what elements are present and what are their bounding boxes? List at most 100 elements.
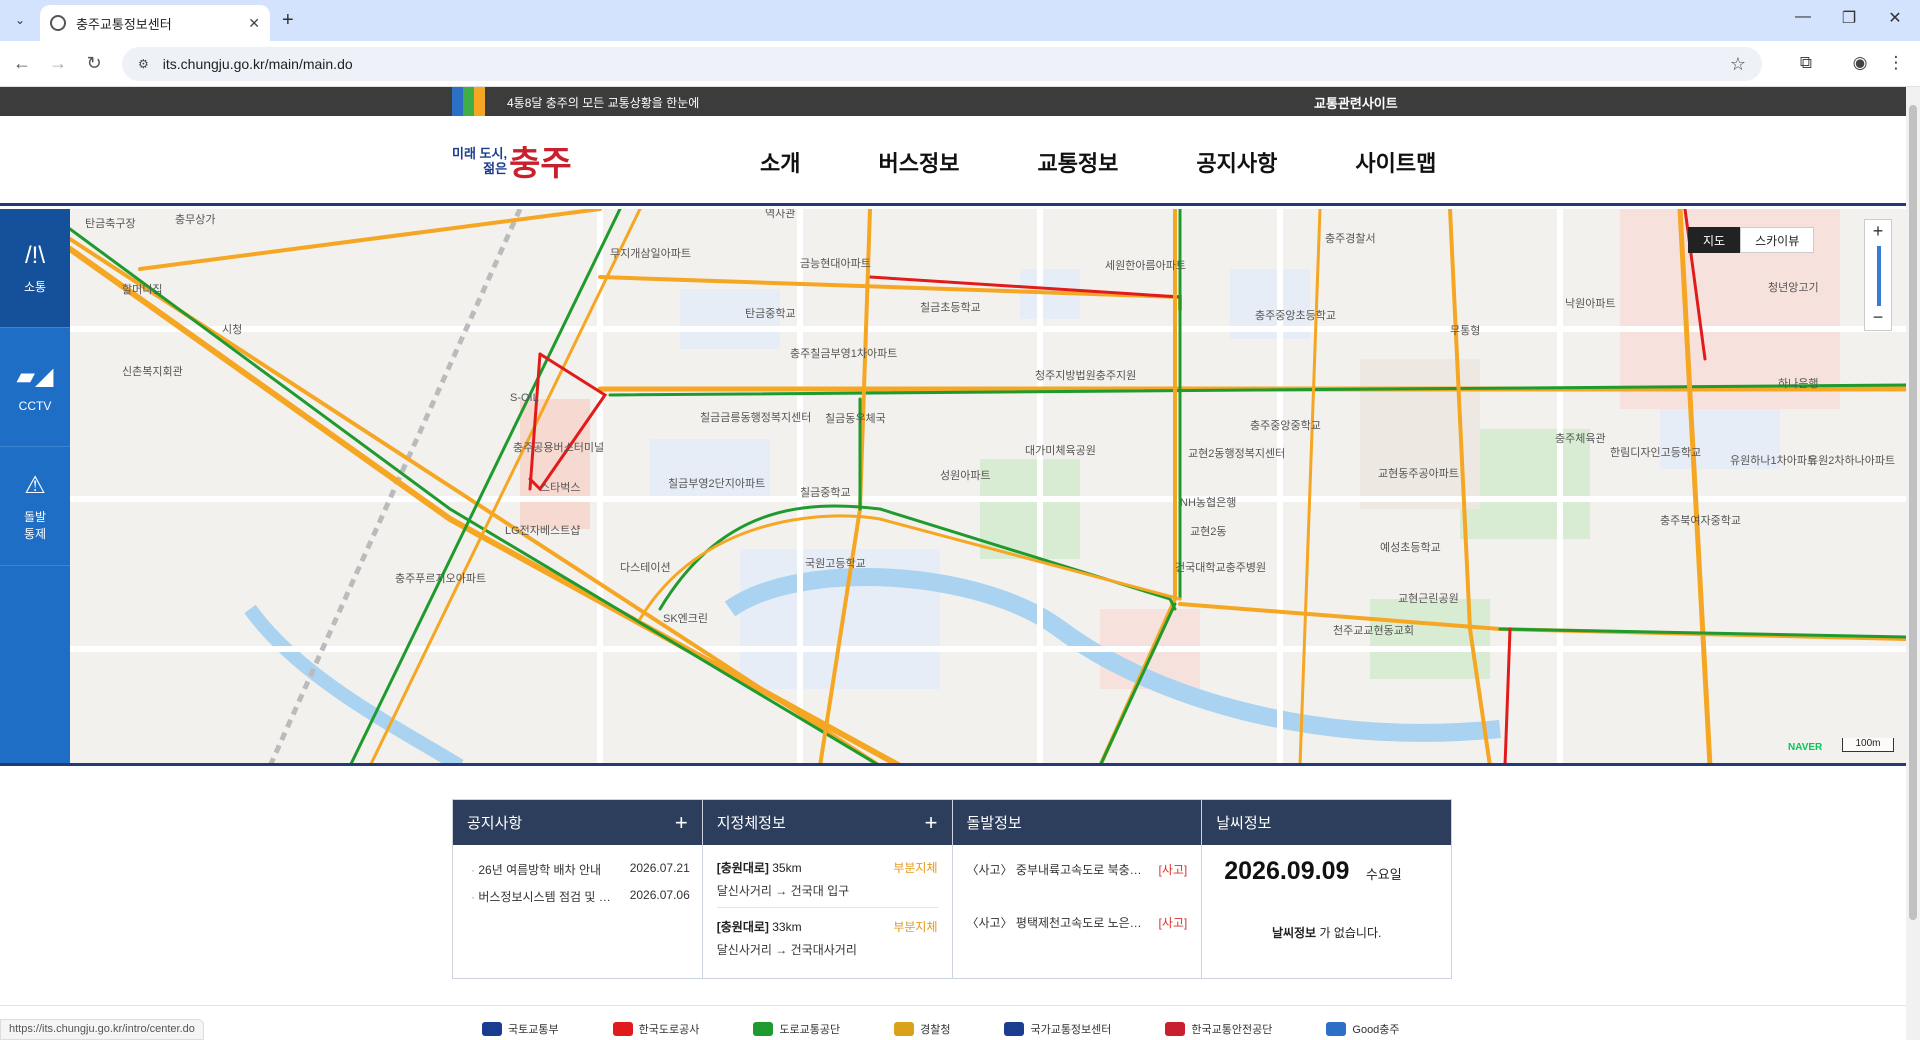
notice-title: 공지사항 <box>467 815 523 832</box>
map-poi-label[interactable]: 교현근린공원 <box>1398 592 1459 605</box>
page-scrollbar[interactable] <box>1906 87 1920 1040</box>
map-poi-label[interactable]: 충주중앙초등학교 <box>1255 309 1336 322</box>
map-poi-label[interactable]: 세원한아름아파트 <box>1105 259 1186 272</box>
sidenav-traffic[interactable]: /!\ 소통 <box>0 209 70 328</box>
map-poi-label[interactable]: 국원고등학교 <box>805 557 866 570</box>
map-poi-label[interactable]: SK엔크린 <box>663 612 708 625</box>
bookmark-star-icon[interactable]: ☆ <box>1730 54 1746 75</box>
map-poi-label[interactable]: 충주북여자중학교 <box>1660 514 1741 527</box>
map-poi-label[interactable]: 충주공용버스터미널 <box>513 441 604 454</box>
map-poi-label[interactable]: 무지개삼일아파트 <box>610 246 691 260</box>
traffic-map[interactable]: 탄금축구장 충무상가할머니집시청신촌복지회관 무지개삼일아파트금능현대아파트 역사관탄… <box>0 209 1906 766</box>
back-button[interactable]: ← <box>10 53 34 74</box>
minimize-button[interactable]: — <box>1780 8 1826 26</box>
scrollbar-thumb[interactable] <box>1909 105 1917 920</box>
map-poi-label[interactable]: 금능현대아파트 <box>800 257 871 270</box>
map-poi-label[interactable]: 교현2동행정복지센터 <box>1188 447 1285 460</box>
zoom-out-button[interactable]: − <box>1865 306 1891 330</box>
map-poi-label[interactable]: 할머니집 <box>122 283 162 296</box>
close-window-button[interactable]: ✕ <box>1872 8 1918 28</box>
notice-item[interactable]: 버스정보시스템 점검 및 … 2026.07.06 <box>471 888 689 905</box>
map-poi-label[interactable]: 신촌복지회관 <box>122 365 183 378</box>
extensions-icon[interactable]: ⧉ <box>1794 53 1818 73</box>
map-poi-label[interactable]: 칠금부영2단지아파트 <box>668 477 765 490</box>
map-type-skyview-button[interactable]: 스카이뷰 <box>1740 227 1815 253</box>
restore-button[interactable]: ❐ <box>1826 8 1872 28</box>
congestion-item[interactable]: [충원대로] 33km 부분지체 달신사거리 → 건국대사거리 <box>717 918 938 966</box>
browser-tab[interactable]: 충주교통정보센터 ✕ <box>40 5 270 41</box>
map-poi-label[interactable]: 유원2차하나아파트 <box>1808 453 1895 467</box>
map-poi-label[interactable]: 교현동주공아파트 <box>1378 467 1459 480</box>
map-canvas[interactable]: 탄금축구장 충무상가할머니집시청신촌복지회관 무지개삼일아파트금능현대아파트 역사관탄… <box>0 209 1906 766</box>
nav-sitemap[interactable]: 사이트맵 <box>1355 146 1436 178</box>
logo-big: 충주 <box>509 144 572 184</box>
map-poi-label[interactable]: 예성초등학교 <box>1380 541 1441 554</box>
map-poi-label[interactable]: 칠금초등학교 <box>920 301 981 314</box>
map-poi-label[interactable]: 충주푸르지오아파트 <box>395 572 486 585</box>
reload-button[interactable]: ↻ <box>82 53 106 74</box>
zoom-slider[interactable] <box>1877 246 1881 306</box>
map-poi-label[interactable]: 칠금동우체국 <box>825 412 886 425</box>
map-type-map-button[interactable]: 지도 <box>1688 227 1741 253</box>
map-poi-label[interactable]: 대가미체육공원 <box>1025 444 1096 457</box>
map-poi-label[interactable]: 스타벅스 <box>540 481 580 494</box>
map-poi-label[interactable]: 무통형 <box>1450 324 1480 337</box>
incident-item[interactable]: 〈사고〉 중부내륙고속도로 북충주… [사고] <box>967 861 1188 878</box>
url-field[interactable]: ⚙ its.chungju.go.kr/main/main.do ☆ <box>122 47 1762 81</box>
site-info-icon[interactable]: ⚙ <box>138 57 149 71</box>
congestion-item[interactable]: [충원대로] 35km 부분지체 달신사거리 → 건국대 입구 <box>716 859 938 908</box>
map-poi-label[interactable]: 충주경찰서 <box>1325 232 1376 245</box>
map-poi-label[interactable]: 낙원아파트 <box>1565 297 1616 310</box>
new-tab-button[interactable]: + <box>282 9 294 32</box>
partner-goodchungju[interactable]: Good충주 <box>1326 1021 1400 1037</box>
forward-button[interactable]: → <box>46 53 70 74</box>
nav-notice[interactable]: 공지사항 <box>1196 146 1277 178</box>
partner-ex[interactable]: 한국도로공사 <box>612 1021 699 1037</box>
site-logo[interactable]: 미래 도시, 젊은 충주 <box>452 136 572 185</box>
partner-kotsa[interactable]: 한국교통안전공단 <box>1165 1021 1272 1037</box>
map-poi-label[interactable]: LG전자베스트샵 <box>505 524 580 537</box>
map-poi-label[interactable]: 성원아파트 <box>940 469 991 482</box>
map-poi-label[interactable]: 칠금중학교 <box>800 486 851 499</box>
partner-police[interactable]: 경찰청 <box>894 1021 950 1037</box>
map-poi-label[interactable]: 하나은행 <box>1778 376 1818 390</box>
nav-intro[interactable]: 소개 <box>760 146 800 178</box>
sidenav-cctv[interactable]: ▰◢ CCTV <box>0 328 70 447</box>
map-poi-label[interactable]: 유원하나1차아파트 <box>1730 453 1817 467</box>
nav-bus-info[interactable]: 버스정보 <box>878 146 959 178</box>
map-poi-label[interactable]: 충주체육관 <box>1555 432 1606 445</box>
related-sites-link[interactable]: 교통관련사이트 <box>1314 93 1398 112</box>
congestion-more-button[interactable]: + <box>925 810 938 836</box>
notice-more-button[interactable]: + <box>675 810 688 836</box>
map-poi-label[interactable]: 교현2동 <box>1190 525 1226 538</box>
nav-traffic-info[interactable]: 교통정보 <box>1037 146 1118 178</box>
map-poi-label[interactable]: 건국대학교충주병원 <box>1175 561 1266 574</box>
map-poi-label[interactable]: 천주교교현동교회 <box>1333 623 1414 637</box>
map-poi-label[interactable]: 청년앙고기 <box>1768 281 1819 294</box>
map-poi-label[interactable]: 역사관 <box>765 209 795 220</box>
map-poi-label[interactable]: 한림디자인고등학교 <box>1610 446 1701 459</box>
congestion-section: 달신사거리 → 건국대사거리 <box>716 943 857 957</box>
map-poi-label[interactable]: 충주중앙중학교 <box>1250 419 1321 432</box>
map-poi-label[interactable]: 탄금중학교 <box>745 307 796 320</box>
map-poi-label[interactable]: 다스테이션 <box>620 561 671 574</box>
map-poi-label[interactable]: 시청 <box>222 323 242 336</box>
map-poi-label[interactable]: S-OIL <box>510 392 539 404</box>
profile-icon[interactable]: ◉ <box>1848 53 1872 73</box>
map-poi-label[interactable]: NH농협은행 <box>1180 496 1236 509</box>
sidenav-incident[interactable]: ⚠ 돌발 통제 <box>0 447 70 566</box>
tab-close-icon[interactable]: ✕ <box>248 15 260 32</box>
map-poi-label[interactable]: 충무상가 <box>175 213 215 226</box>
zoom-in-button[interactable]: + <box>1865 220 1891 244</box>
map-poi-label[interactable]: 충주칠금부영1차아파트 <box>790 347 897 360</box>
partner-its[interactable]: 국가교통정보센터 <box>1004 1021 1111 1037</box>
partner-molit[interactable]: 국토교통부 <box>482 1021 559 1037</box>
menu-kebab-icon[interactable]: ⋮ <box>1884 53 1908 73</box>
notice-item[interactable]: 26년 여름방학 배차 안내 2026.07.21 <box>471 861 689 878</box>
map-poi-label[interactable]: 칠금금릉동행정복지센터 <box>700 411 811 424</box>
tab-search-menu[interactable]: ⌄ <box>8 8 32 32</box>
map-poi-label[interactable]: 청주지방법원충주지원 <box>1035 369 1136 382</box>
partner-koroad[interactable]: 도로교통공단 <box>753 1021 840 1037</box>
incident-item[interactable]: 〈사고〉 평택제천고속도로 노은4… [사고] <box>967 914 1188 931</box>
map-poi-label[interactable]: 탄금축구장 <box>85 217 136 230</box>
